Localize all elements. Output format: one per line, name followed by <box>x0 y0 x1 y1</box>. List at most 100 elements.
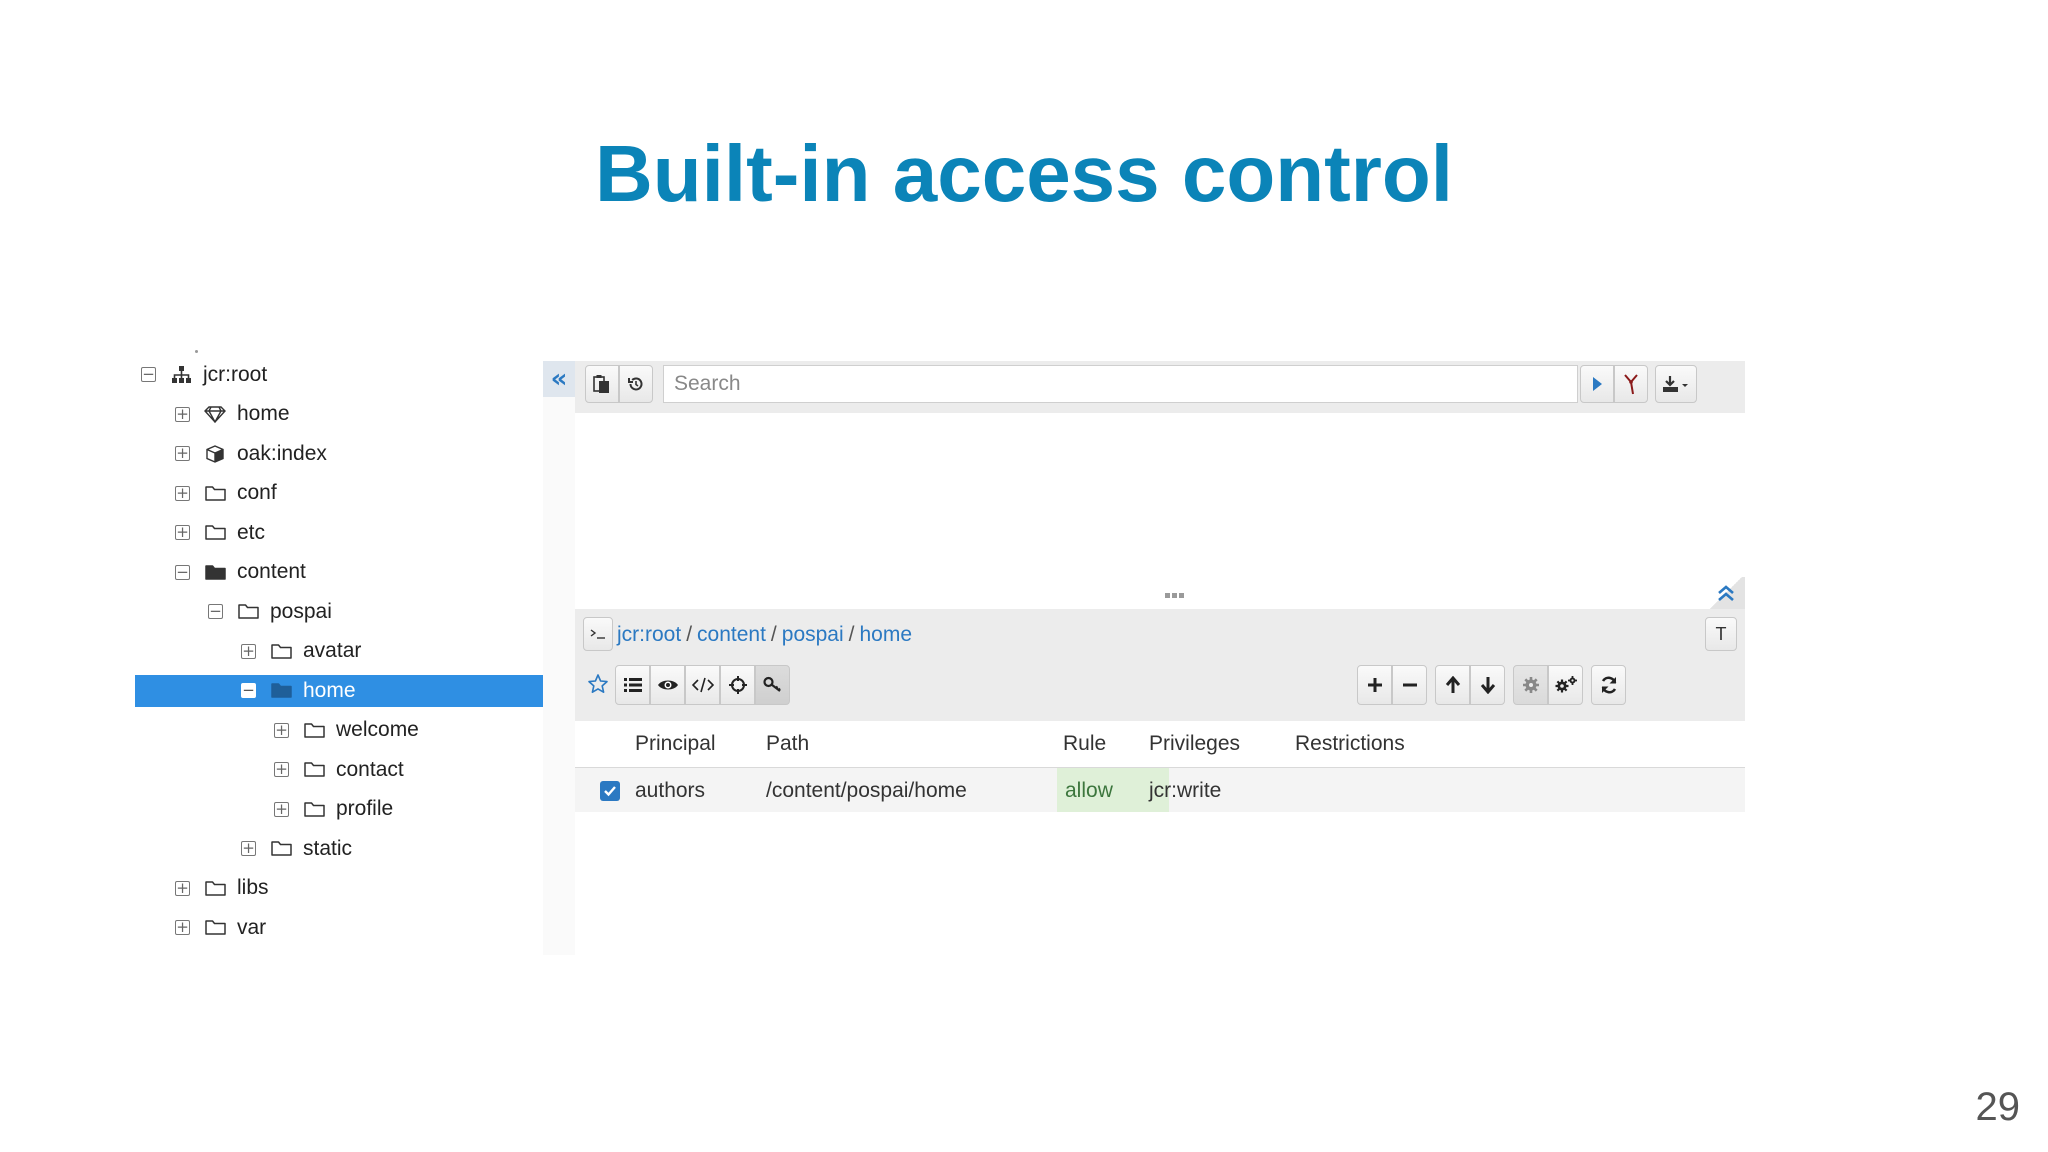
tree-node-label: home <box>303 678 356 702</box>
collapse-icon[interactable]: − <box>241 683 256 699</box>
column-path[interactable]: Path <box>766 732 809 756</box>
clipboard-button[interactable] <box>585 365 619 403</box>
gear-icon <box>1522 677 1539 693</box>
tree-node-label: contact <box>336 757 404 781</box>
breadcrumb-separator: / <box>770 623 777 646</box>
folder-icon <box>203 483 227 503</box>
tree-node-profile[interactable]: + profile <box>135 790 555 830</box>
expand-icon[interactable]: + <box>241 841 256 857</box>
diamond-icon <box>203 404 227 424</box>
tree-node-jcr-root[interactable]: − jcr:root <box>135 355 555 395</box>
collapse-icon[interactable]: − <box>208 604 223 620</box>
column-principal[interactable]: Principal <box>635 732 716 756</box>
folder-icon <box>302 799 326 819</box>
history-button[interactable] <box>619 365 653 403</box>
expand-icon[interactable]: + <box>175 446 190 462</box>
settings-button[interactable] <box>1513 665 1548 705</box>
folder-icon <box>269 839 293 859</box>
breadcrumb-pospai[interactable]: pospai <box>782 623 844 647</box>
cell-principal: authors <box>635 779 706 802</box>
search-input[interactable] <box>663 365 1578 403</box>
expand-icon[interactable]: + <box>175 406 190 422</box>
rule-value: allow <box>1065 779 1113 802</box>
folder-icon <box>203 523 227 543</box>
tree-node-home[interactable]: + home <box>135 395 555 435</box>
tree-node-content[interactable]: − content <box>135 553 555 593</box>
tree-node-label: avatar <box>303 639 362 663</box>
download-button[interactable] <box>1655 365 1697 403</box>
tree-node-avatar[interactable]: + avatar <box>135 632 555 672</box>
collapse-icon[interactable]: − <box>141 367 156 383</box>
row-checkbox[interactable] <box>600 781 620 801</box>
main-panel: « jcr:root / content / pospai <box>543 361 1745 955</box>
tree-node-conf[interactable]: + conf <box>135 474 555 514</box>
terminal-button[interactable] <box>583 617 613 651</box>
collapse-tree-button[interactable]: « <box>543 361 575 397</box>
tree-node-label: home <box>237 402 290 426</box>
history-icon <box>628 377 643 391</box>
tree-node-static[interactable]: + static <box>135 829 555 869</box>
breadcrumb-jcr-root[interactable]: jcr:root <box>617 623 681 647</box>
expand-icon[interactable]: + <box>175 920 190 936</box>
advanced-settings-button[interactable] <box>1548 665 1583 705</box>
terminal-icon <box>590 629 605 639</box>
expand-icon[interactable]: + <box>175 485 190 501</box>
access-control-button[interactable] <box>755 665 790 705</box>
list-icon <box>623 678 642 692</box>
tree-node-label: conf <box>237 481 277 505</box>
breadcrumb-content[interactable]: content <box>697 623 766 647</box>
minus-icon <box>1402 683 1417 687</box>
tenant-button[interactable]: T <box>1705 617 1737 651</box>
sitemap-icon <box>169 365 193 385</box>
tree-node-home-selected[interactable]: − home <box>135 671 557 711</box>
column-restrictions[interactable]: Restrictions <box>1295 732 1405 756</box>
code-view-button[interactable] <box>685 665 720 705</box>
star-icon <box>588 674 608 693</box>
list-view-button[interactable] <box>615 665 650 705</box>
folder-filled-icon <box>269 681 293 701</box>
tree-node-contact[interactable]: + contact <box>135 750 555 790</box>
cell-path: /content/pospai/home <box>766 779 967 802</box>
plus-icon <box>1367 678 1382 692</box>
expand-icon[interactable]: + <box>274 801 289 817</box>
tree-node-label: oak:index <box>237 441 327 465</box>
add-entry-button[interactable] <box>1357 665 1392 705</box>
tree-dot <box>195 350 198 353</box>
expand-icon[interactable]: + <box>175 525 190 541</box>
column-rule[interactable]: Rule <box>1063 732 1106 756</box>
breadcrumb-home[interactable]: home <box>860 623 913 647</box>
tree-node-var[interactable]: + var <box>135 908 555 948</box>
tree-node-label: var <box>237 915 267 939</box>
code-icon <box>691 677 714 693</box>
expand-icon[interactable]: + <box>241 643 256 659</box>
download-icon <box>1663 376 1688 392</box>
page-number: 29 <box>1975 1085 2021 1129</box>
move-up-button[interactable] <box>1435 665 1470 705</box>
move-button[interactable] <box>720 665 755 705</box>
collapse-up-button[interactable] <box>1707 577 1745 609</box>
preview-button[interactable] <box>650 665 685 705</box>
remove-entry-button[interactable] <box>1392 665 1427 705</box>
tree-node-etc[interactable]: + etc <box>135 513 555 553</box>
filter-button[interactable] <box>1614 365 1648 403</box>
panel-resize-handle[interactable] <box>1165 593 1184 598</box>
refresh-button[interactable] <box>1591 665 1626 705</box>
run-search-button[interactable] <box>1580 365 1614 403</box>
expand-icon[interactable]: + <box>175 880 190 896</box>
expand-icon[interactable]: + <box>274 762 289 778</box>
table-row[interactable]: authors /content/pospai/home allow jcr:w… <box>575 768 1745 812</box>
column-privileges[interactable]: Privileges <box>1149 732 1240 756</box>
slide-title: Built-in access control <box>595 129 1453 218</box>
folder-icon <box>203 918 227 938</box>
collapse-icon[interactable]: − <box>175 564 190 580</box>
key-icon <box>762 676 781 692</box>
move-down-button[interactable] <box>1470 665 1505 705</box>
tree-node-oak-index[interactable]: + oak:index <box>135 434 555 474</box>
breadcrumb-separator: / <box>848 623 855 646</box>
tree-node-pospai[interactable]: − pospai <box>135 592 555 632</box>
tree-node-libs[interactable]: + libs <box>135 869 555 909</box>
tree-node-welcome[interactable]: + welcome <box>135 711 555 751</box>
check-icon <box>604 786 616 797</box>
expand-icon[interactable]: + <box>274 722 289 738</box>
favorite-button[interactable] <box>585 671 611 697</box>
